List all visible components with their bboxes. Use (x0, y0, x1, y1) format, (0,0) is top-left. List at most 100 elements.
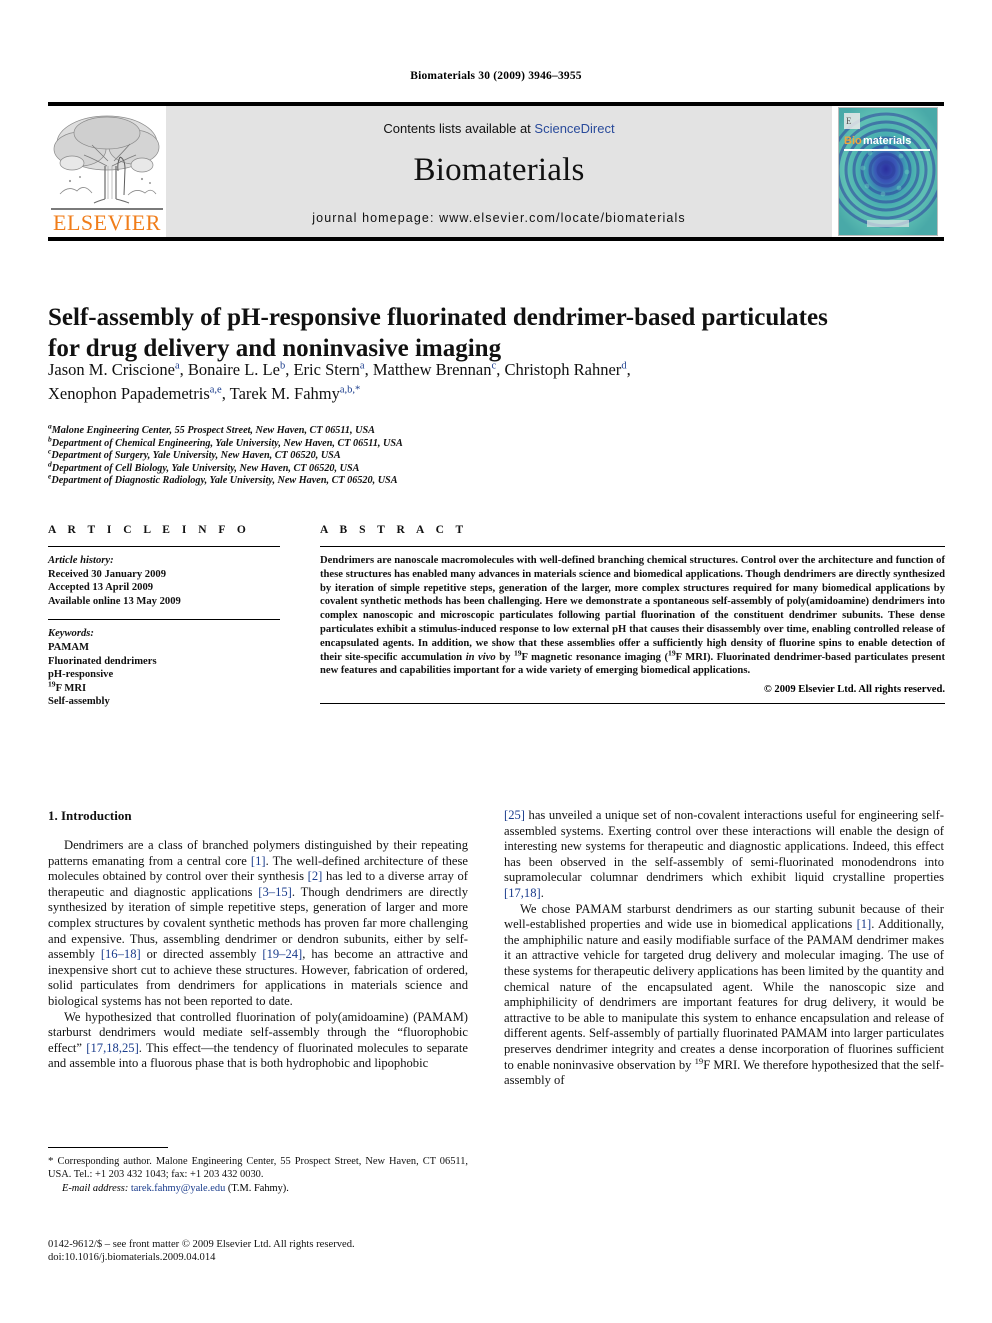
journal-cover-image: E Bio materials (838, 107, 938, 236)
affiliation-text: Department of Cell Biology, Yale Univers… (51, 462, 360, 474)
citation-ref[interactable]: [25] (504, 808, 525, 822)
citation-ref[interactable]: [17,18] (504, 886, 541, 900)
affiliation-text: Malone Engineering Center, 55 Prospect S… (51, 425, 375, 436)
affiliation-text: Department of Chemical Engineering, Yale… (51, 437, 403, 449)
imprint-doi[interactable]: doi:10.1016/j.biomaterials.2009.04.014 (48, 1251, 478, 1264)
abstract-part-1: Dendrimers are nanoscale macromolecules … (320, 555, 945, 663)
corresponding-author-footnote: * Corresponding author. Malone Engineeri… (48, 1147, 468, 1195)
imprint-front-matter: 0142-9612/$ – see front matter © 2009 El… (48, 1239, 355, 1250)
email-owner: (T.M. Fahmy). (225, 1183, 289, 1194)
intro-paragraph-3: We chose PAMAM starburst dendrimers as o… (504, 902, 944, 1089)
citation-ref[interactable]: [2] (308, 869, 323, 883)
running-head: Biomaterials 30 (2009) 3946–3955 (410, 70, 582, 82)
sciencedirect-link[interactable]: ScienceDirect (534, 121, 614, 136)
abstract-in-vivo: in vivo (465, 651, 496, 663)
keyword-item: Self-assembly (48, 696, 110, 708)
author-name: Bonaire L. Le (187, 360, 280, 379)
citation-ref[interactable]: [1] (857, 917, 872, 931)
author-name: Xenophon Papademetris (48, 384, 210, 403)
citation-ref[interactable]: [3–15] (258, 885, 292, 899)
affiliation-text: Department of Surgery, Yale University, … (51, 450, 341, 462)
section-title-introduction: 1. Introduction (48, 808, 132, 823)
author-name: Jason M. Criscione (48, 360, 175, 379)
author-sep: , (179, 360, 188, 379)
keywords-divider (48, 619, 280, 621)
intro-paragraph-1: Dendrimers are a class of branched polym… (48, 838, 468, 1010)
p1-e: or directed assembly (140, 947, 263, 962)
intro-paragraph-2-start: We hypothesized that controlled fluorina… (48, 1010, 468, 1072)
abstract-heading: A B S T R A C T (320, 524, 468, 536)
history-received: Received 30 January 2009 (48, 568, 166, 580)
footnote-email-line: E-mail address: tarek.fahmy@yale.edu (T.… (48, 1182, 468, 1195)
author-sep: , (364, 360, 373, 379)
svg-text:E: E (846, 116, 852, 126)
citation-ref[interactable]: [17,18,25] (86, 1041, 138, 1055)
imprint-block: 0142-9612/$ – see front matter © 2009 El… (48, 1238, 478, 1265)
svg-text:materials: materials (863, 135, 911, 147)
author-name: Christoph Rahner (504, 360, 622, 379)
sup-19: 19 (694, 1055, 704, 1066)
author-5[interactable]: Xenophon Papademetrisa,e (48, 384, 222, 403)
journal-banner: Contents lists available at ScienceDirec… (166, 106, 832, 237)
body-column-right: [25] has unveiled a unique set of non-co… (504, 808, 944, 1089)
author-6[interactable]: Tarek M. Fahmya,b,* (230, 384, 361, 403)
affiliation-list: aMalone Engineering Center, 55 Prospect … (48, 422, 928, 488)
author-sep: , (221, 384, 230, 403)
abstract-part-2: by (495, 651, 514, 663)
footnote-body: Corresponding author. Malone Engineering… (48, 1156, 468, 1180)
p2-c: has unveiled a unique set of non-covalen… (504, 808, 944, 885)
email-label: E-mail address: (62, 1183, 129, 1194)
keywords-block: Keywords: PAMAM Fluorinated dendrimers p… (48, 627, 280, 709)
p2-d: . (540, 885, 544, 900)
author-4[interactable]: Christoph Rahnerd (504, 360, 626, 379)
author-affil-mark: a,b,* (339, 384, 361, 396)
article-title-line-1: Self-assembly of pH-responsive fluorinat… (48, 303, 828, 331)
abstract-section: A B S T R A C T Dendrimers are nanoscale… (320, 524, 945, 705)
article-history-label: Article history: (48, 555, 114, 566)
abstract-part-3: F magnetic resonance imaging ( (521, 651, 669, 663)
abstract-sup-19-b: 19 (668, 648, 676, 658)
body-column-left: 1. Introduction Dendrimers are a class o… (48, 808, 468, 1072)
keyword-item: pH-responsive (48, 669, 114, 681)
author-sep: , (626, 360, 631, 379)
article-info-heading: A R T I C L E I N F O (48, 524, 251, 536)
journal-title: Biomaterials (413, 151, 585, 188)
author-1[interactable]: Bonaire L. Leb (188, 360, 285, 379)
affiliation-item: cDepartment of Surgery, Yale University,… (48, 448, 928, 463)
elsevier-wordmark: ELSEVIER (53, 210, 161, 235)
author-name: Eric Stern (293, 360, 360, 379)
email-address-link[interactable]: tarek.fahmy@yale.edu (131, 1183, 225, 1194)
citation-ref[interactable]: [16–18] (101, 947, 141, 961)
citation-ref[interactable]: [1] (251, 854, 266, 868)
history-accepted: Accepted 13 April 2009 (48, 582, 154, 594)
affiliation-item: dDepartment of Cell Biology, Yale Univer… (48, 460, 928, 476)
p3-b: . Additionally, the amphiphilic nature a… (504, 917, 944, 1072)
author-3[interactable]: Matthew Brennanc (373, 360, 496, 379)
author-name: Matthew Brennan (372, 360, 492, 379)
journal-cover-thumbnail[interactable]: E Bio materials (832, 106, 944, 237)
journal-homepage-line[interactable]: journal homepage: www.elsevier.com/locat… (312, 211, 685, 225)
author-name: Tarek M. Fahmy (229, 384, 340, 403)
contents-available-line: Contents lists available at ScienceDirec… (383, 121, 614, 136)
article-title: Self-assembly of pH-responsive fluorinat… (48, 302, 908, 364)
citation-ref[interactable]: [19–24] (262, 947, 302, 961)
abstract-bottom-divider (320, 703, 945, 705)
author-2[interactable]: Eric Sterna (293, 360, 364, 379)
abstract-copyright: © 2009 Elsevier Ltd. All rights reserved… (763, 684, 945, 696)
keyword-item: Fluorinated dendrimers (48, 655, 157, 667)
author-affil-mark: a,e (209, 384, 222, 396)
keywords-label: Keywords: (48, 628, 94, 640)
affiliation-text: Department of Diagnostic Radiology, Yale… (51, 475, 398, 487)
abstract-sup-19-a: 19 (513, 648, 522, 658)
article-info-section: A R T I C L E I N F O Article history: R… (48, 524, 280, 709)
journal-article-page: Biomaterials 30 (2009) 3946–3955 ELSEVIE… (0, 0, 992, 1323)
abstract-divider (320, 546, 945, 547)
elsevier-logo: ELSEVIER (48, 106, 166, 237)
journal-masthead: ELSEVIER Contents lists available at Sci… (48, 102, 944, 241)
affiliation-item: bDepartment of Chemical Engineering, Yal… (48, 435, 928, 451)
author-0[interactable]: Jason M. Criscionea (48, 360, 180, 379)
abstract-body: Dendrimers are nanoscale macromolecules … (320, 554, 945, 678)
affiliation-item: eDepartment of Diagnostic Radiology, Yal… (48, 473, 928, 488)
article-info-divider (48, 546, 280, 547)
